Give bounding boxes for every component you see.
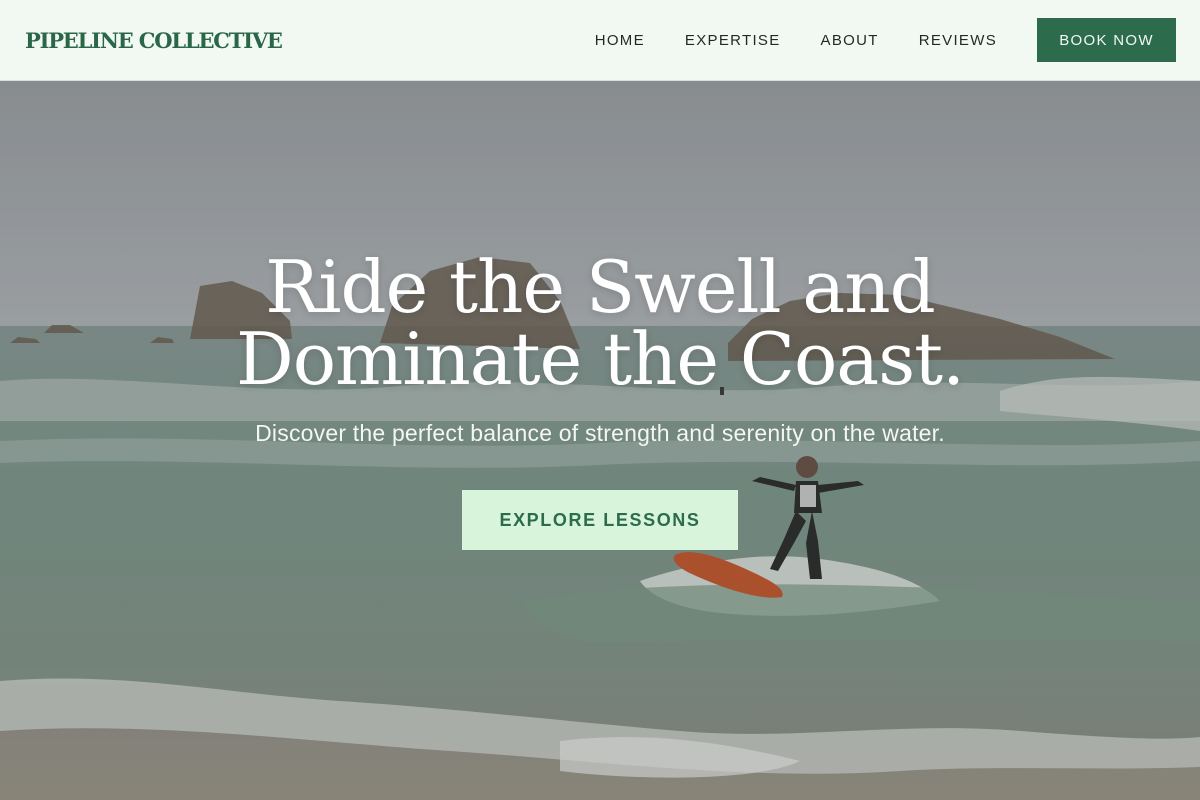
hero-content: Ride the Swell and Dominate the Coast. D… xyxy=(0,81,1200,800)
brand-logo[interactable]: PIPELINE COLLECTIVE xyxy=(25,28,283,53)
nav-link-home[interactable]: HOME xyxy=(595,32,645,49)
hero-title-line-2: Dominate the Coast. xyxy=(235,317,965,401)
hero-title: Ride the Swell and Dominate the Coast. xyxy=(0,251,1200,395)
hero-title-line-1: Ride the Swell and xyxy=(265,245,936,329)
hero-subtitle: Discover the perfect balance of strength… xyxy=(255,420,945,446)
nav-link-reviews[interactable]: REVIEWS xyxy=(919,32,997,49)
explore-lessons-button[interactable]: EXPLORE LESSONS xyxy=(462,490,738,550)
book-now-button[interactable]: BOOK NOW xyxy=(1037,18,1176,62)
main-nav: HOME EXPERTISE ABOUT REVIEWS BOOK NOW xyxy=(595,18,1176,62)
nav-link-expertise[interactable]: EXPERTISE xyxy=(685,32,781,49)
hero-section: Ride the Swell and Dominate the Coast. D… xyxy=(0,81,1200,800)
site-header: PIPELINE COLLECTIVE HOME EXPERTISE ABOUT… xyxy=(0,0,1200,81)
nav-link-about[interactable]: ABOUT xyxy=(821,32,879,49)
